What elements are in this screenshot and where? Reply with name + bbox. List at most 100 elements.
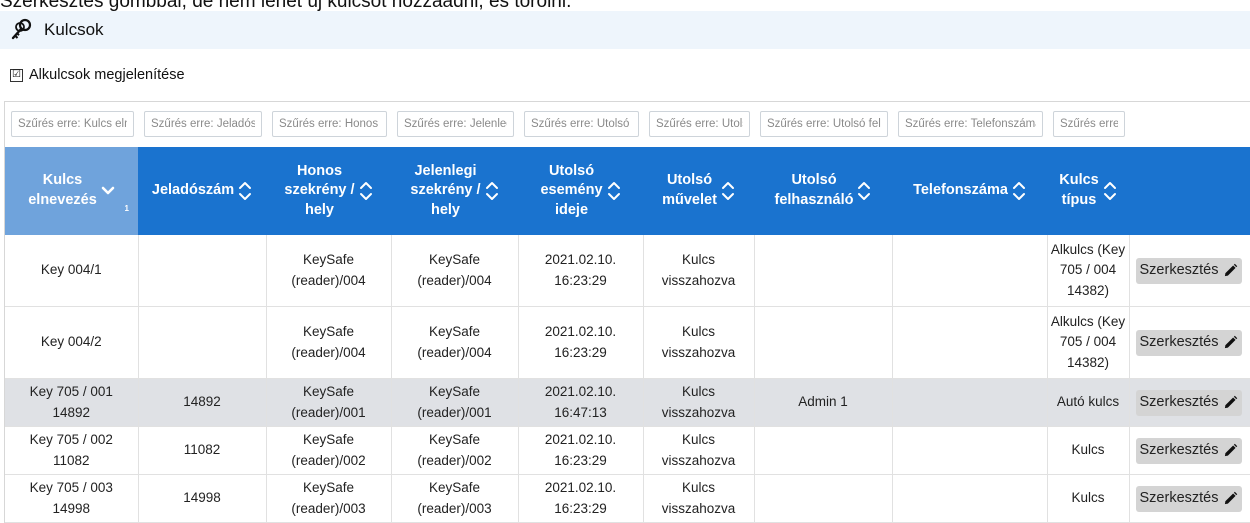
cell-transmitter: 11082 — [138, 426, 267, 475]
edit-button[interactable]: Szerkesztés — [1135, 389, 1243, 416]
column-header-label: Jelenlegi szekrény / hely — [410, 162, 480, 221]
cell-text: 11082 — [183, 442, 221, 458]
column-header-line: felhasználó — [774, 192, 854, 208]
cell-text: Kulcs — [681, 384, 715, 400]
cell-text: KeySafe — [302, 432, 355, 448]
filter-cell — [5, 102, 138, 147]
cell-text: Alkulcs (Key — [1050, 242, 1126, 258]
edit-button[interactable]: Szerkesztés — [1135, 485, 1243, 512]
column-header-line: Honos — [296, 162, 343, 179]
column-header-current-cabinet[interactable]: Jelenlegi szekrény / hely — [391, 146, 518, 235]
cell-current-cabinet: KeySafe (reader)/002 — [391, 426, 519, 475]
table-row[interactable]: Key 705 / 001 14892 14892 KeySafe (reader)/0… — [5, 378, 1250, 427]
table-row[interactable]: Key 705 / 003 14998 14998 KeySafe (reader)/0… — [5, 474, 1250, 523]
show-subkeys-checkbox[interactable]: ☑ — [10, 68, 23, 82]
cell-actions: Szerkesztés — [1129, 426, 1250, 475]
cell-text: 2021.02.10. — [544, 384, 617, 400]
cell-text: 14892 — [183, 394, 221, 410]
sort-icon[interactable] — [607, 181, 621, 201]
filter-input-key-type[interactable] — [1053, 111, 1125, 137]
cell-phone — [892, 306, 1048, 379]
cell-key-name: Key 705 / 001 14892 — [5, 378, 139, 427]
edit-button[interactable]: Szerkesztés — [1135, 329, 1243, 356]
filter-cell — [754, 102, 892, 147]
sort-icon[interactable] — [1012, 181, 1026, 201]
cell-text: 2021.02.10. — [544, 480, 617, 496]
cell-last-action: Kulcs visszahozva — [643, 378, 755, 427]
filter-input-last-event-time[interactable] — [524, 111, 639, 137]
sort-icon[interactable] — [238, 181, 252, 201]
sort-desc-icon[interactable] — [101, 181, 115, 201]
column-header-label: Honos szekrény / hely — [284, 162, 354, 221]
table-row[interactable]: Key 004/2 KeySafe (reader)/004 KeySafe (read… — [5, 306, 1250, 379]
top-note-text: Szerkesztés gombbal, de nem lehet új kul… — [0, 0, 572, 11]
sort-icon[interactable] — [721, 181, 735, 201]
cell-text: 16:23:29 — [554, 452, 607, 468]
cell-text: Key 004/2 — [40, 334, 102, 350]
filter-input-transmitter[interactable] — [144, 111, 262, 137]
column-header-label: Telefonszáma — [913, 181, 1008, 201]
cell-text: 16:23:29 — [554, 344, 607, 360]
column-header-line: hely — [304, 201, 334, 218]
filter-input-current-cabinet[interactable] — [397, 111, 514, 137]
filter-input-last-action[interactable] — [649, 111, 750, 137]
sort-icon[interactable] — [359, 181, 373, 201]
column-header-label: Utolsó felhasználó — [775, 171, 854, 210]
cell-last-action: Kulcs visszahozva — [643, 235, 755, 307]
column-header-last-event-time[interactable]: Utolsó esemény ideje — [518, 146, 643, 235]
edit-button-label: Szerkesztés — [1139, 333, 1219, 350]
filter-input-phone[interactable] — [898, 111, 1043, 137]
pencil-icon — [1223, 491, 1238, 506]
cell-phone — [892, 235, 1048, 307]
cell-last-user — [754, 474, 893, 523]
cell-text: Key 004/1 — [40, 262, 102, 278]
cell-text: 16:47:13 — [554, 404, 607, 420]
page-title: Kulcsok — [44, 20, 104, 39]
filter-input-home-cabinet[interactable] — [272, 111, 387, 137]
cell-text: (reader)/004 — [417, 272, 492, 288]
keys-icon — [10, 18, 34, 42]
column-header-content: Utolsó felhasználó — [754, 171, 892, 210]
cell-phone — [892, 378, 1048, 427]
column-header-label: Jeladószám — [152, 181, 234, 201]
filter-input-last-user[interactable] — [760, 111, 888, 137]
sort-icon[interactable] — [485, 181, 499, 201]
edit-button[interactable]: Szerkesztés — [1135, 437, 1243, 464]
column-header-line: Kulcs — [1059, 172, 1099, 189]
cell-text: 16:23:29 — [554, 500, 607, 516]
filter-input-key-name[interactable] — [11, 111, 134, 137]
column-header-transmitter[interactable]: Jeladószám — [138, 146, 266, 235]
table-row[interactable]: Key 705 / 002 11082 11082 KeySafe (reader)/0… — [5, 426, 1250, 475]
cell-last-action: Kulcs visszahozva — [643, 306, 755, 379]
edit-button[interactable]: Szerkesztés — [1135, 257, 1243, 284]
column-header-last-action[interactable]: Utolsó művelet — [643, 146, 754, 235]
column-header-label: Utolsó esemény ideje — [540, 162, 602, 221]
sort-icon[interactable] — [857, 181, 871, 201]
column-header-key-name[interactable]: Kulcs elnevezés 1 — [5, 146, 138, 235]
cell-text: KeySafe — [302, 252, 355, 268]
cell-last-user — [754, 306, 893, 379]
cell-text: Key 705 / 003 — [29, 480, 113, 496]
column-header-line: Utolsó — [791, 172, 837, 189]
column-header-last-user[interactable]: Utolsó felhasználó — [754, 146, 892, 235]
sort-icon[interactable] — [1103, 181, 1117, 201]
column-header-phone[interactable]: Telefonszáma — [892, 146, 1047, 235]
cell-text: KeySafe — [428, 432, 481, 448]
show-subkeys-option[interactable]: ☑ Alkulcsok megjelenítése — [10, 64, 185, 86]
sort-order-index: 1 — [124, 204, 129, 214]
pencil-icon — [1223, 395, 1238, 410]
cell-text: (reader)/002 — [417, 452, 492, 468]
table-row[interactable]: Key 004/1 KeySafe (reader)/004 KeySafe (read… — [5, 235, 1250, 307]
cell-key-name: Key 705 / 002 11082 — [5, 426, 139, 475]
show-subkeys-label: Alkulcsok megjelenítése — [29, 67, 185, 83]
column-header-label: Kulcs elnevezés — [28, 171, 97, 210]
column-header-line: elnevezés — [28, 192, 97, 208]
column-header-content: Jelenlegi szekrény / hely — [391, 162, 518, 221]
column-header-home-cabinet[interactable]: Honos szekrény / hely — [266, 146, 391, 235]
cell-text: KeySafe — [302, 384, 355, 400]
cell-transmitter — [138, 235, 267, 307]
cell-text: (reader)/004 — [417, 344, 492, 360]
column-header-key-type[interactable]: Kulcs típus — [1047, 146, 1129, 235]
cell-text: 14998 — [183, 490, 221, 506]
column-header-line: esemény — [540, 182, 603, 199]
